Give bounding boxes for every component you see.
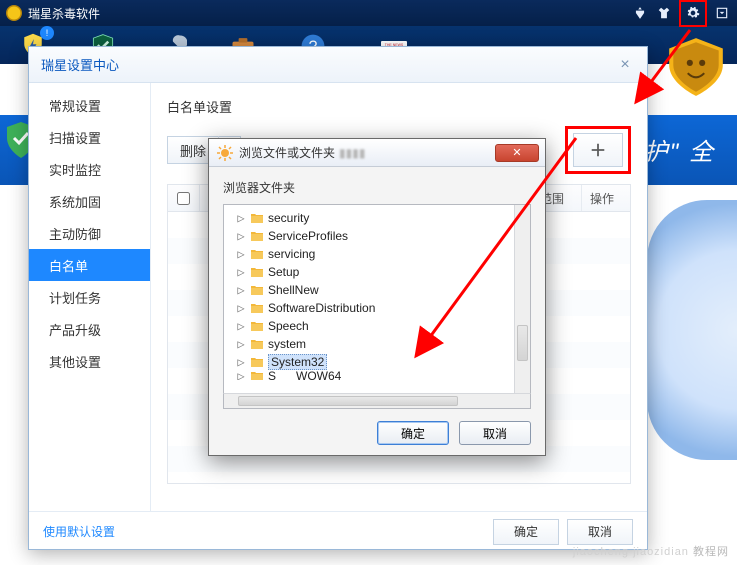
folder-tree: ▷ security ▷ ServiceProfiles ▷ servicing ▷ Setu… (223, 204, 531, 394)
sun-icon (217, 145, 233, 161)
tree-hscroll-thumb[interactable] (238, 396, 458, 406)
add-button-highlight (565, 126, 631, 174)
expand-icon[interactable]: ▷ (236, 229, 246, 243)
sidebar-item-7[interactable]: 产品升级 (29, 313, 150, 345)
table-col-operate: 操作 (582, 185, 630, 211)
dialog-titlebar: 浏览文件或文件夹▮▮▮▮ ✕ (209, 139, 545, 167)
folder-icon (250, 248, 264, 260)
tree-vscroll-thumb[interactable] (517, 325, 528, 361)
tree-vscrollbar[interactable] (514, 205, 530, 393)
folder-icon (250, 338, 264, 350)
select-all-checkbox-cell (168, 185, 200, 211)
dialog-ok-button[interactable]: 确定 (377, 421, 449, 445)
folder-name: S___WOW64 (268, 371, 341, 380)
close-icon[interactable]: × (615, 55, 635, 75)
tree-row[interactable]: ▷ ShellNew (236, 281, 514, 299)
sidebar-item-4[interactable]: 主动防御 (29, 217, 150, 249)
skin-icon[interactable] (655, 4, 673, 22)
folder-icon (250, 320, 264, 332)
folder-icon (250, 371, 264, 380)
expand-icon[interactable]: ▷ (236, 371, 246, 380)
gear-icon[interactable] (684, 4, 702, 22)
folder-name: System32 (268, 354, 327, 370)
sidebar-item-3[interactable]: 系统加固 (29, 185, 150, 217)
restore-defaults-link[interactable]: 使用默认设置 (43, 523, 115, 540)
theme-icon[interactable] (631, 4, 649, 22)
lion-badge-icon (663, 34, 729, 100)
sidebar-item-6[interactable]: 计划任务 (29, 281, 150, 313)
tree-row[interactable]: ▷ security (236, 209, 514, 227)
tree-row[interactable]: ▷ S___WOW64 (236, 371, 514, 380)
folder-name: Speech (268, 319, 309, 333)
expand-icon[interactable]: ▷ (236, 301, 246, 315)
notification-badge: ! (40, 26, 54, 40)
tree-hscrollbar[interactable] (223, 393, 531, 409)
folder-icon (250, 356, 264, 368)
settings-sidebar: 常规设置扫描设置实时监控系统加固主动防御白名单计划任务产品升级其他设置 (29, 83, 151, 511)
folder-name: system (268, 337, 306, 351)
folder-icon (250, 302, 264, 314)
tree-row[interactable]: ▷ ServiceProfiles (236, 227, 514, 245)
folder-name: servicing (268, 247, 315, 261)
select-all-checkbox[interactable] (177, 192, 190, 205)
folder-icon (250, 284, 264, 296)
folder-name: Setup (268, 265, 299, 279)
folder-name: SoftwareDistribution (268, 301, 375, 315)
sidebar-item-1[interactable]: 扫描设置 (29, 121, 150, 153)
tree-row[interactable]: ▷ servicing (236, 245, 514, 263)
expand-icon[interactable]: ▷ (236, 211, 246, 225)
expand-icon[interactable]: ▷ (236, 337, 246, 351)
settings-window-title: 瑞星设置中心 (41, 55, 119, 74)
settings-button-highlight (679, 0, 707, 27)
folder-icon (250, 212, 264, 224)
dropdown-icon[interactable] (713, 4, 731, 22)
tree-row[interactable]: ▷ Speech (236, 317, 514, 335)
app-titlebar: 瑞星杀毒软件 (0, 0, 737, 26)
sidebar-item-8[interactable]: 其他设置 (29, 345, 150, 377)
folder-icon (250, 266, 264, 278)
expand-icon[interactable]: ▷ (236, 247, 246, 261)
sidebar-item-0[interactable]: 常规设置 (29, 89, 150, 121)
sidebar-item-5[interactable]: 白名单 (29, 249, 150, 281)
watermark: jiaocheng jiaozidian 教程网 (573, 543, 729, 559)
dialog-close-button[interactable]: ✕ (495, 144, 539, 162)
expand-icon[interactable]: ▷ (236, 265, 246, 279)
tree-row[interactable]: ▷ Setup (236, 263, 514, 281)
settings-footer: 使用默认设置 确定 取消 (29, 511, 647, 551)
cloud-graphic (647, 200, 737, 460)
settings-window-titlebar: 瑞星设置中心 × (29, 47, 647, 83)
add-button[interactable] (573, 133, 623, 167)
folder-name: ShellNew (268, 283, 319, 297)
hidden-tab-fragment: 病 (8, 84, 22, 104)
expand-icon[interactable]: ▷ (236, 319, 246, 333)
app-title: 瑞星杀毒软件 (28, 5, 100, 22)
folder-icon (250, 230, 264, 242)
folder-name: ServiceProfiles (268, 229, 348, 243)
tree-row[interactable]: ▷ SoftwareDistribution (236, 299, 514, 317)
sidebar-item-2[interactable]: 实时监控 (29, 153, 150, 185)
panel-title: 白名单设置 (167, 97, 631, 116)
browse-dialog: 浏览文件或文件夹▮▮▮▮ ✕ 浏览器文件夹 ▷ security ▷ ServiceP… (208, 138, 546, 456)
dialog-title: 浏览文件或文件夹▮▮▮▮ (239, 144, 365, 161)
expand-icon[interactable]: ▷ (236, 283, 246, 297)
cancel-button[interactable]: 取消 (567, 519, 633, 545)
dialog-cancel-button[interactable]: 取消 (459, 421, 531, 445)
tree-row[interactable]: ▷ System32 (236, 353, 514, 371)
ok-button[interactable]: 确定 (493, 519, 559, 545)
folder-name: security (268, 211, 309, 225)
tree-row[interactable]: ▷ system (236, 335, 514, 353)
dialog-label: 浏览器文件夹 (223, 179, 531, 196)
expand-icon[interactable]: ▷ (236, 355, 246, 369)
app-logo-icon (6, 5, 22, 21)
